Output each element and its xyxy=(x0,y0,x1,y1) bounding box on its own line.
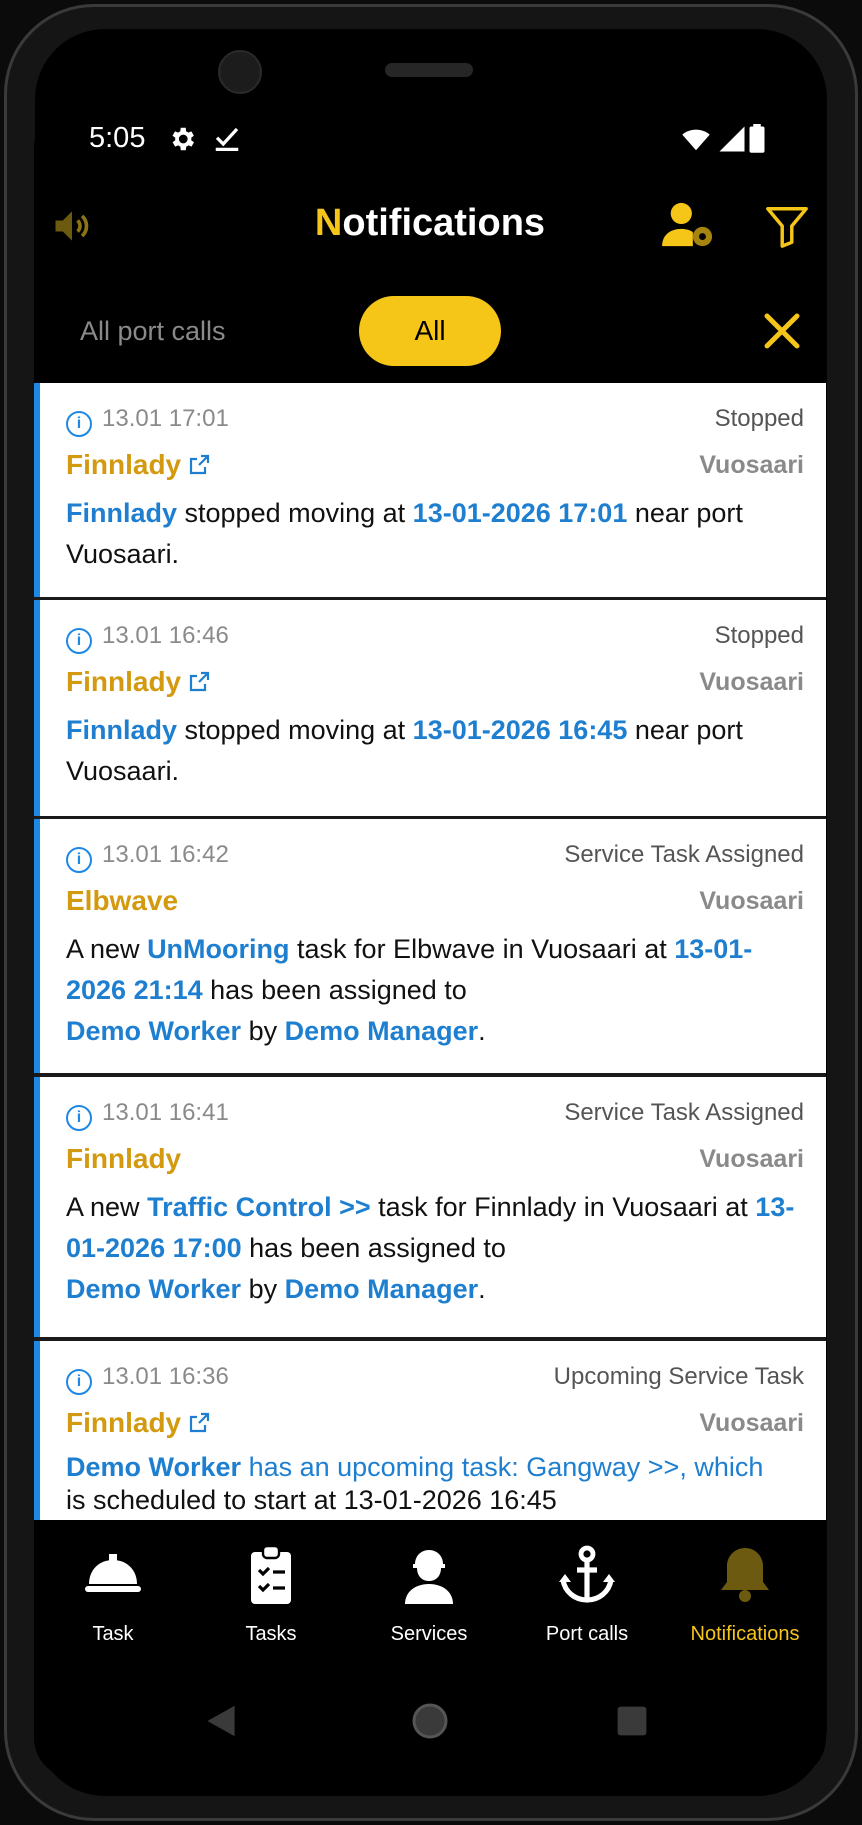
notification-card[interactable]: i 13.01 16:41 Service Task Assigned Finnl… xyxy=(34,1077,826,1337)
notification-body: A new Traffic Control >> task for Finnla… xyxy=(66,1192,795,1304)
notification-list: i 13.01 17:01 Stopped Finnlady Vuosaari F… xyxy=(34,383,826,1520)
home-icon[interactable] xyxy=(410,1701,450,1741)
notification-body: Finnlady stopped moving at 13-01-2026 16… xyxy=(66,715,743,786)
nav-tasks[interactable]: Tasks xyxy=(192,1520,350,1660)
notification-type: Upcoming Service Task xyxy=(553,1363,804,1390)
external-link-icon[interactable] xyxy=(187,453,211,477)
wifi-icon xyxy=(682,129,710,151)
ship-name[interactable]: Elbwave xyxy=(66,885,178,917)
notification-meta: i 13.01 17:01 xyxy=(66,405,229,437)
screen: 5:05 Notifications All port calls All i … xyxy=(34,108,826,1778)
info-icon: i xyxy=(66,411,92,437)
port-name: Vuosaari xyxy=(699,887,804,915)
nav-port-calls[interactable]: Port calls xyxy=(508,1520,666,1660)
notification-body: Demo Worker has an upcoming task: Gangwa… xyxy=(66,1452,764,1515)
info-icon: i xyxy=(66,1369,92,1395)
tab-all-port-calls[interactable]: All port calls xyxy=(80,316,226,347)
info-icon: i xyxy=(66,628,92,654)
notification-card[interactable]: i 13.01 16:46 Stopped Finnlady Vuosaari F… xyxy=(34,600,826,816)
notification-meta: i 13.01 16:42 xyxy=(66,841,229,873)
notification-body: A new UnMooring task for Elbwave in Vuos… xyxy=(66,934,753,1046)
nav-notifications[interactable]: Notifications xyxy=(666,1520,824,1660)
clipboard-icon xyxy=(251,1544,291,1604)
nav-label: Port calls xyxy=(545,1623,629,1645)
nav-label: Tasks xyxy=(245,1623,297,1645)
nav-label: Notifications xyxy=(690,1623,800,1645)
system-nav-bar xyxy=(34,1663,826,1778)
settings-icon xyxy=(172,127,194,151)
ship-name[interactable]: Finnlady xyxy=(66,1143,181,1175)
notification-card[interactable]: i 13.01 16:42 Service Task Assigned Elbwa… xyxy=(34,819,826,1073)
battery-icon xyxy=(749,124,765,153)
nav-task[interactable]: Task xyxy=(34,1520,192,1660)
info-icon: i xyxy=(66,847,92,873)
port-name: Vuosaari xyxy=(699,451,804,479)
worker-icon xyxy=(405,1550,453,1604)
external-link-icon[interactable] xyxy=(187,670,211,694)
ship-name[interactable]: Finnlady xyxy=(66,666,211,698)
notification-card[interactable]: i 13.01 17:01 Stopped Finnlady Vuosaari F… xyxy=(34,383,826,597)
port-name: Vuosaari xyxy=(699,1145,804,1173)
port-name: Vuosaari xyxy=(699,668,804,696)
user-settings-icon[interactable] xyxy=(662,200,716,250)
ship-name[interactable]: Finnlady xyxy=(66,1407,211,1439)
status-time: 5:05 xyxy=(89,122,146,154)
port-name: Vuosaari xyxy=(699,1409,804,1437)
hardhat-icon xyxy=(85,1554,141,1592)
ship-name[interactable]: Finnlady xyxy=(66,449,211,481)
notification-meta: i 13.01 16:46 xyxy=(66,622,229,654)
tab-all[interactable]: All xyxy=(359,296,501,366)
info-icon: i xyxy=(66,1105,92,1131)
notification-type: Stopped xyxy=(714,405,804,432)
notification-type: Stopped xyxy=(714,622,804,649)
back-icon[interactable] xyxy=(204,1703,238,1739)
notification-meta: i 13.01 16:41 xyxy=(66,1099,229,1131)
anchor-icon xyxy=(559,1545,615,1603)
nav-label: Task xyxy=(92,1623,134,1645)
notification-meta: i 13.01 16:36 xyxy=(66,1363,229,1395)
bottom-nav: Task Tasks Services Port calls Notificat… xyxy=(34,1520,826,1660)
check-task-icon xyxy=(215,127,239,151)
close-icon[interactable] xyxy=(762,311,802,351)
notification-type: Service Task Assigned xyxy=(564,1099,804,1126)
filter-icon[interactable] xyxy=(764,202,810,250)
nav-label: Services xyxy=(390,1623,468,1645)
bell-icon xyxy=(721,1548,769,1602)
notification-body: Finnlady stopped moving at 13-01-2026 17… xyxy=(66,498,743,569)
nav-services[interactable]: Services xyxy=(350,1520,508,1660)
front-camera xyxy=(218,50,262,94)
status-bar: 5:05 xyxy=(34,108,826,168)
signal-icon xyxy=(719,126,745,152)
external-link-icon[interactable] xyxy=(187,1411,211,1435)
earpiece xyxy=(385,63,473,77)
notification-card[interactable]: i 13.01 16:36 Upcoming Service Task Finnl… xyxy=(34,1341,826,1520)
recents-icon[interactable] xyxy=(616,1705,648,1737)
notification-type: Service Task Assigned xyxy=(564,841,804,868)
